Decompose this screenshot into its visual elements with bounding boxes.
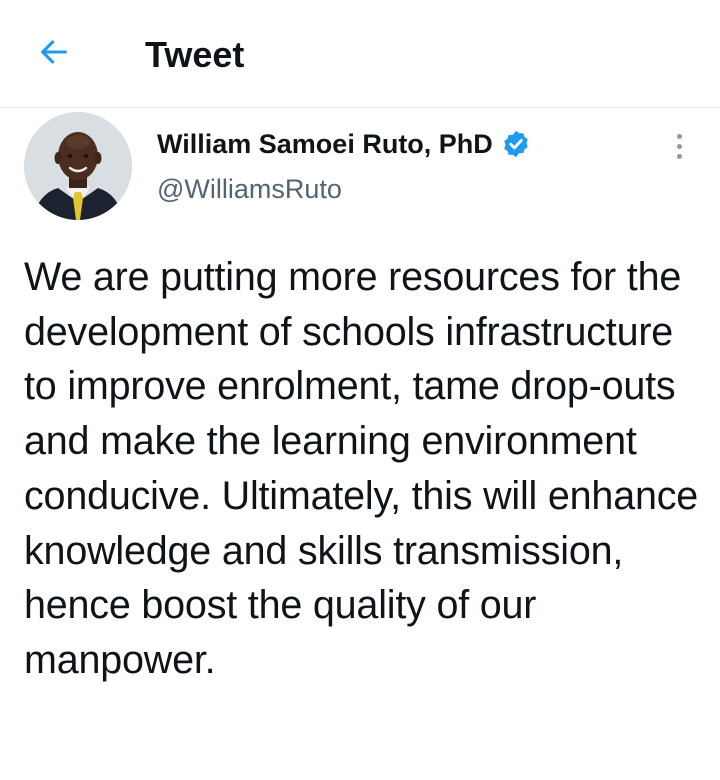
author-info: William Samoei Ruto, PhD @WilliamsRuto [157, 124, 531, 205]
page-title: Tweet [145, 34, 245, 75]
display-name[interactable]: William Samoei Ruto, PhD [157, 129, 493, 160]
arrow-left-icon [37, 35, 71, 74]
tweet-detail-page: Tweet William Samoei Ruto, PhD @Williams… [0, 0, 720, 780]
display-name-row: William Samoei Ruto, PhD [157, 124, 531, 164]
verified-badge-icon [501, 129, 531, 159]
more-options-button[interactable] [664, 124, 694, 168]
tweet-text: We are putting more resources for the de… [24, 255, 699, 682]
avatar[interactable] [24, 112, 132, 220]
top-app-bar: Tweet [0, 0, 720, 108]
back-button[interactable] [30, 30, 78, 78]
user-handle[interactable]: @WilliamsRuto [157, 174, 531, 205]
more-vertical-icon [676, 133, 682, 139]
